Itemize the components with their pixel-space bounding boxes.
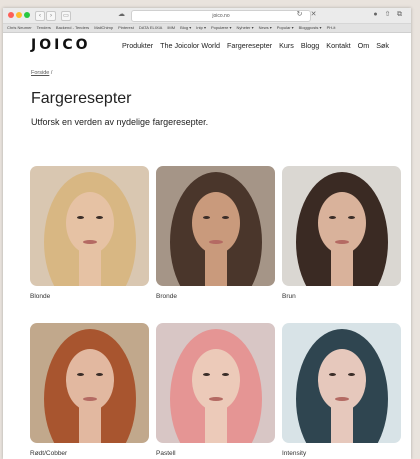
minimize-window-button[interactable] [16,12,22,18]
category-card[interactable]: Brun [282,166,401,300]
lips-shape [209,397,223,401]
category-photo[interactable] [282,323,401,443]
favorite-item[interactable]: Backend - Tenders [56,25,89,30]
joico-logo[interactable]: JOICO [31,37,91,53]
category-card[interactable]: Pastell [156,323,275,457]
lips-shape [335,240,349,244]
nav-item-fargeresepter[interactable]: Fargeresepter [227,41,272,50]
main-navigation: Produkter The Joicolor World Fargeresepter… [122,41,396,50]
sidebar-toggle-icon[interactable]: ▭ [61,11,71,21]
eye-shape [77,373,84,376]
nav-item-kontakt[interactable]: Kontakt [326,41,350,50]
lips-shape [335,397,349,401]
favorites-bar: Chris Neumer Tenders Backend - Tenders Mail… [3,24,411,33]
face-shape [192,349,240,411]
nav-item-the-joicolor-world[interactable]: The Joicolor World [160,41,220,50]
category-label[interactable]: Blonde [30,293,149,300]
category-label[interactable]: Rødt/Cobber [30,450,149,457]
face-shape [318,192,366,254]
category-photo[interactable] [156,166,275,286]
favorite-item[interactable]: IMM [167,25,175,30]
share-icon[interactable]: ⇧ [383,11,392,19]
eye-shape [203,216,210,219]
favorite-item[interactable]: DATA ELIXIA [139,25,162,30]
extension-icon[interactable]: ✕ [309,11,318,19]
reload-icon[interactable]: ↻ [295,11,304,19]
tabs-icon[interactable]: ⧉ [395,11,404,19]
category-label[interactable]: Pastell [156,450,275,457]
favorite-item[interactable]: PH-it [327,25,336,30]
face-shape [192,192,240,254]
favorite-item[interactable]: MailChimp [94,25,113,30]
category-card[interactable]: Blonde [30,166,149,300]
favorite-item[interactable]: Intp ▾ [196,25,206,30]
category-card[interactable]: Rødt/Cobber [30,323,149,457]
eye-shape [222,216,229,219]
zoom-window-button[interactable] [24,12,30,18]
eye-shape [329,216,336,219]
favorite-item[interactable]: Populære ▾ [211,25,231,30]
forward-button[interactable]: › [46,11,56,21]
nav-item-søk[interactable]: Søk [376,41,389,50]
category-photo[interactable] [282,166,401,286]
eye-shape [96,373,103,376]
favorite-item[interactable]: News ▾ [259,25,272,30]
face-shape [66,192,114,254]
category-photo[interactable] [30,166,149,286]
breadcrumb-separator: / [50,70,53,76]
cloud-icon[interactable]: ☁ [117,11,126,19]
breadcrumb-home-link[interactable]: Forside [31,70,49,76]
favorite-item[interactable]: Pinterest [118,25,134,30]
category-card[interactable]: Bronde [156,166,275,300]
face-shape [318,349,366,411]
nav-item-kurs[interactable]: Kurs [279,41,294,50]
page-subtitle: Utforsk en verden av nydelige fargeresep… [31,117,209,127]
nav-item-produkter[interactable]: Produkter [122,41,153,50]
category-photo[interactable] [30,323,149,443]
eye-shape [348,373,355,376]
favorite-item[interactable]: Chris Neumer [7,25,32,30]
favorite-item[interactable]: Tenders [37,25,51,30]
page-title: Fargeresepter [31,90,132,107]
category-photo[interactable] [156,323,275,443]
category-label[interactable]: Bronde [156,293,275,300]
category-label[interactable]: Intensity [282,450,401,457]
lips-shape [83,397,97,401]
lips-shape [209,240,223,244]
info-icon[interactable]: ● [371,11,380,19]
favorite-item[interactable]: Bloggposts ▾ [299,25,322,30]
browser-window: ‹ › ▭ ☁ joico.no ↻ ✕ ● ⇧ ⧉ Chris Neumer T… [3,8,411,459]
eye-shape [329,373,336,376]
category-card[interactable]: Intensity [282,323,401,457]
site-header: JOICO Produkter The Joicolor World Fargere… [3,33,411,59]
favorite-item[interactable]: Blog ▾ [180,25,191,30]
nav-item-om[interactable]: Om [358,41,370,50]
browser-titlebar: ‹ › ▭ ☁ joico.no ↻ ✕ ● ⇧ ⧉ [3,8,411,24]
favorite-item[interactable]: Nyheter ▾ [236,25,253,30]
address-bar[interactable]: joico.no [131,10,311,22]
eye-shape [203,373,210,376]
eye-shape [96,216,103,219]
breadcrumb: Forside / [31,70,52,76]
eye-shape [222,373,229,376]
back-button[interactable]: ‹ [35,11,45,21]
close-window-button[interactable] [8,12,14,18]
lips-shape [83,240,97,244]
face-shape [66,349,114,411]
nav-item-blogg[interactable]: Blogg [301,41,319,50]
favorite-item[interactable]: Popular ▾ [277,25,294,30]
category-label[interactable]: Brun [282,293,401,300]
eye-shape [348,216,355,219]
eye-shape [77,216,84,219]
